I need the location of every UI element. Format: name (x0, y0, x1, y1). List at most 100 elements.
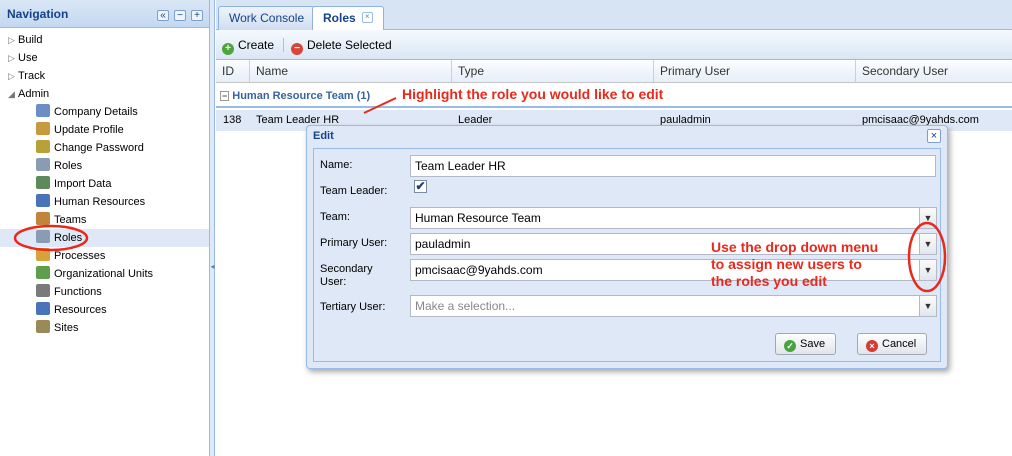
tertiary-user-select[interactable]: Make a selection... (410, 295, 920, 317)
secondary-user-label: Secondary User: (320, 263, 373, 289)
create-label: Create (238, 38, 275, 52)
delete-icon: − (291, 43, 303, 55)
dropdown-annotation-line2: to assign new users to (711, 256, 862, 272)
functions-gear-icon (36, 284, 50, 297)
sidebar-item-label: Track (18, 70, 46, 82)
sidebar-item-organizational-units[interactable]: Organizational Units (36, 265, 153, 283)
collapsed-arrow-icon[interactable]: ▷ (8, 67, 18, 85)
dialog-title: Edit (313, 130, 334, 142)
sidebar-item-import-data[interactable]: Import Data (36, 175, 111, 193)
secondary-user-label-line2: User: (320, 276, 347, 288)
resources-icon (36, 302, 50, 315)
dropdown-annotation-line3: the roles you edit (711, 273, 827, 289)
sidebar-item-update-profile[interactable]: Update Profile (36, 121, 124, 139)
cancel-label: Cancel (882, 338, 917, 350)
tab-roles[interactable]: Roles × (312, 6, 384, 31)
sites-icon (36, 320, 50, 333)
secondary-user-dropdown-trigger[interactable]: ▼ (920, 259, 937, 281)
sidebar-item-label: Teams (54, 214, 87, 226)
close-icon[interactable]: × (927, 129, 941, 143)
import-data-icon (36, 176, 50, 189)
dropdown-annotation: Use the drop down menu to assign new use… (711, 239, 878, 290)
cell-id: 138 (223, 114, 242, 126)
sidebar-item-label: Roles (54, 232, 83, 244)
tab-label: Roles (323, 11, 356, 25)
navigation-panel: Navigation « − + ▷ Build ▷ Use ▷ Track ◢ Admin C… (0, 0, 210, 456)
delete-selected-button[interactable]: − Delete Selected (291, 38, 392, 55)
grid-header: ID Name Type Primary User Secondary User (216, 60, 1012, 83)
primary-user-dropdown-trigger[interactable]: ▼ (920, 233, 937, 255)
sidebar-item-label: Admin (18, 88, 50, 100)
collapsed-arrow-icon[interactable]: ▷ (8, 31, 18, 49)
save-button[interactable]: ✓ Save (775, 333, 837, 355)
sidebar-item-label: Roles (54, 160, 83, 172)
sidebar-item-sites[interactable]: Sites (36, 319, 78, 337)
primary-user-label: Primary User: (320, 237, 388, 249)
selected-row-highlight (0, 229, 209, 247)
change-password-icon (36, 140, 50, 153)
tab-work-console[interactable]: Work Console (218, 6, 316, 30)
sidebar-item-roles[interactable]: Roles (36, 157, 82, 175)
collapsed-arrow-icon[interactable]: ▷ (8, 49, 18, 67)
sidebar-item-label: Processes (54, 250, 106, 262)
sidebar-item-build[interactable]: ▷ Build (8, 31, 42, 49)
name-label: Name: (320, 159, 353, 171)
dropdown-annotation-line1: Use the drop down menu (711, 239, 879, 255)
sidebar-item-use[interactable]: ▷ Use (8, 49, 38, 67)
group-toggle-icon[interactable]: − (220, 91, 230, 101)
column-header-type[interactable]: Type (452, 60, 654, 82)
sidebar-item-label: Organizational Units (54, 268, 154, 280)
sidebar-item-label: Build (18, 34, 43, 46)
tab-bar: Work Console Roles × (216, 0, 1012, 31)
close-tab-icon[interactable]: × (361, 12, 373, 23)
column-header-secondary-user[interactable]: Secondary User (856, 60, 1012, 82)
toolbar-separator (283, 38, 284, 52)
team-leader-checkbox[interactable]: ✔ (414, 180, 427, 193)
sidebar-item-label: Change Password (54, 142, 144, 154)
save-label: Save (800, 338, 826, 350)
column-header-name[interactable]: Name (250, 60, 452, 82)
sidebar-item-track[interactable]: ▷ Track (8, 67, 45, 85)
delete-selected-label: Delete Selected (307, 38, 392, 52)
column-header-primary-user[interactable]: Primary User (654, 60, 856, 82)
splitter-handle-icon[interactable]: ◂ (210, 262, 215, 271)
sidebar-item-resources[interactable]: Resources (36, 301, 107, 319)
sidebar-item-admin[interactable]: ◢ Admin (8, 85, 49, 103)
sidebar-item-label: Company Details (54, 106, 138, 118)
toolbar: + Create − Delete Selected (216, 30, 1012, 60)
collapse-panel-button[interactable]: « (157, 10, 169, 21)
sidebar-item-processes[interactable]: Processes (36, 247, 105, 265)
sidebar-item-label: Update Profile (54, 124, 124, 136)
team-label: Team: (320, 211, 350, 223)
tab-label: Work Console (229, 11, 305, 25)
name-input[interactable]: Team Leader HR (410, 155, 936, 177)
cancel-button[interactable]: × Cancel (857, 333, 928, 355)
sidebar-item-label: Human Resources (54, 196, 146, 208)
check-icon: ✓ (784, 340, 796, 352)
sidebar-item-human-resources[interactable]: Human Resources (36, 193, 145, 211)
panel-splitter[interactable]: ◂ (210, 0, 215, 456)
sidebar-item-company-details[interactable]: Company Details (36, 103, 138, 121)
tertiary-user-dropdown-trigger[interactable]: ▼ (920, 295, 937, 317)
collapse-all-button[interactable]: − (174, 10, 186, 21)
team-dropdown-trigger[interactable]: ▼ (920, 207, 937, 229)
expand-all-button[interactable]: + (191, 10, 203, 21)
roles-person-icon (36, 230, 50, 243)
sidebar-item-functions[interactable]: Functions (36, 283, 102, 301)
sidebar-item-teams[interactable]: Teams (36, 211, 86, 229)
sidebar-item-roles[interactable]: Roles (36, 229, 82, 247)
sidebar-item-change-password[interactable]: Change Password (36, 139, 144, 157)
add-icon: + (222, 43, 234, 55)
create-button[interactable]: + Create (222, 38, 274, 55)
team-leader-label: Team Leader: (320, 185, 388, 197)
sidebar-item-label: Functions (54, 286, 102, 298)
sidebar-item-label: Import Data (54, 178, 112, 190)
tertiary-user-label: Tertiary User: (320, 301, 386, 313)
expanded-arrow-icon[interactable]: ◢ (8, 85, 18, 103)
team-select[interactable]: Human Resource Team (410, 207, 920, 229)
company-details-icon (36, 104, 50, 117)
human-resources-icon (36, 194, 50, 207)
column-header-id[interactable]: ID (216, 60, 250, 82)
group-label: − Human Resource Team (1) (220, 90, 370, 102)
cancel-icon: × (866, 340, 878, 352)
